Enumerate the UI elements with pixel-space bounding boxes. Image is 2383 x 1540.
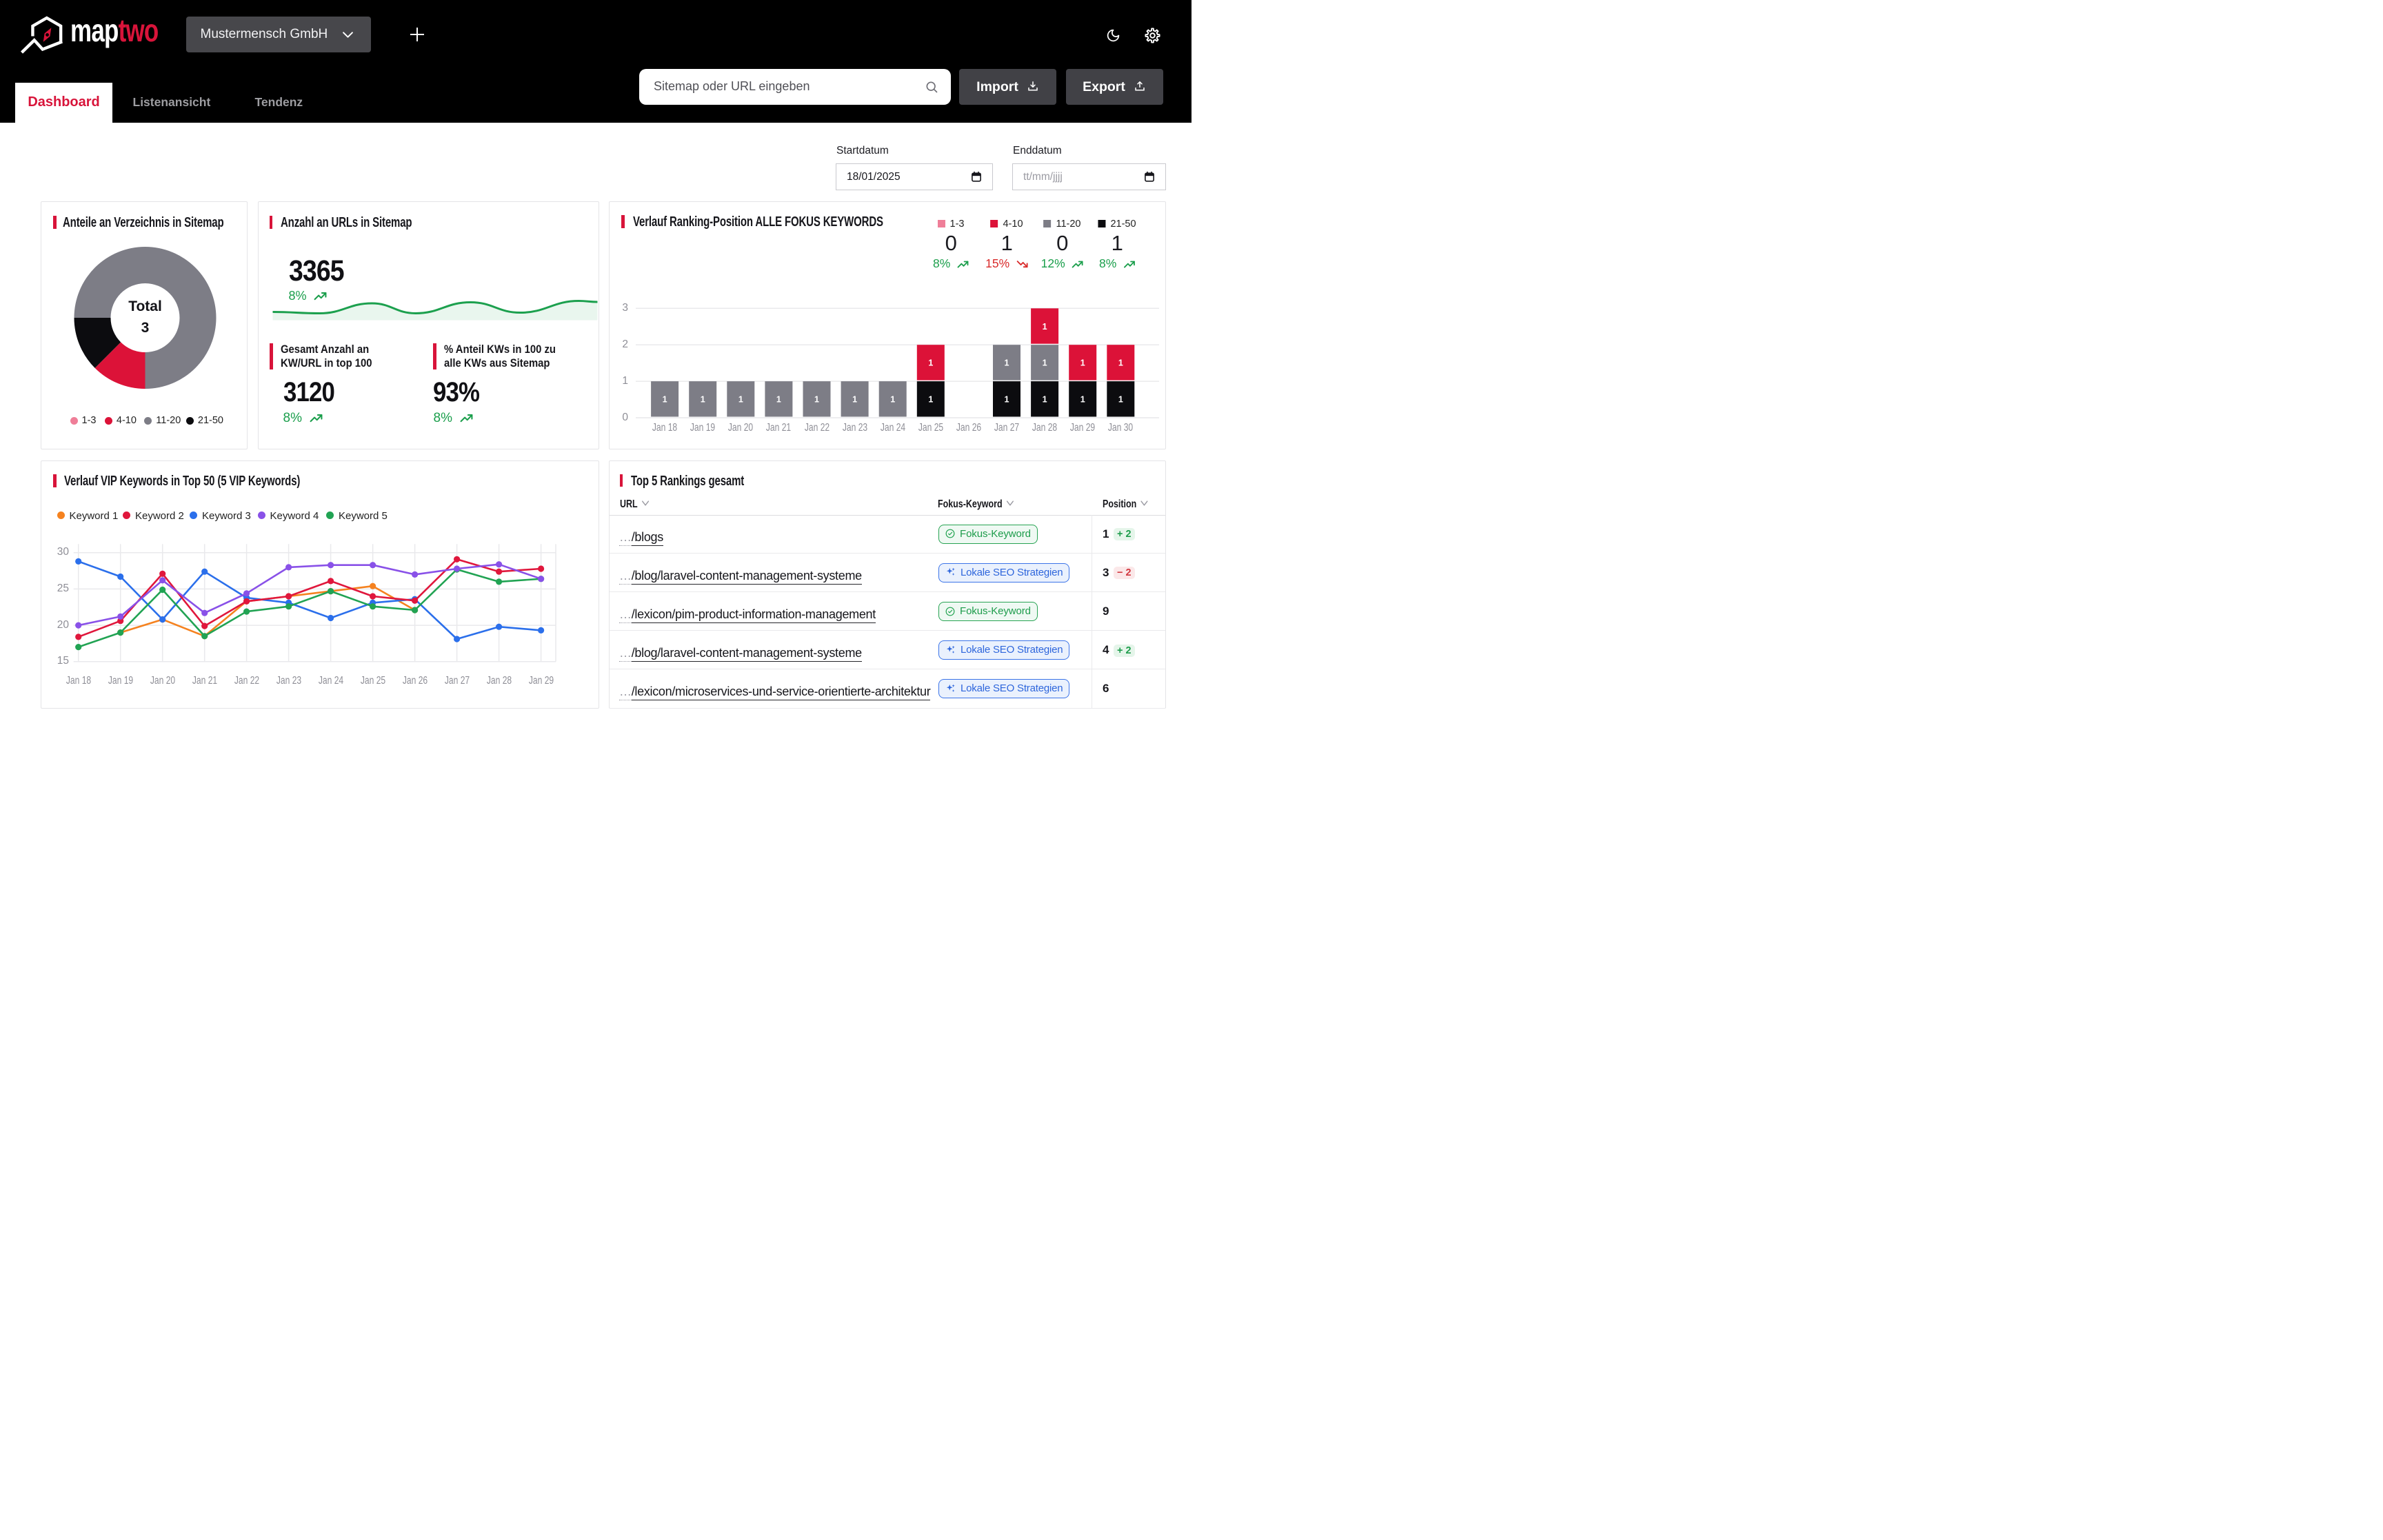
svg-text:1: 1 xyxy=(1043,322,1047,332)
svg-text:1: 1 xyxy=(890,395,895,405)
svg-text:1: 1 xyxy=(814,395,819,405)
svg-text:1: 1 xyxy=(1043,358,1047,368)
svg-text:1: 1 xyxy=(928,358,933,368)
svg-text:1: 1 xyxy=(776,395,781,405)
svg-text:1: 1 xyxy=(1005,395,1009,405)
svg-text:1: 1 xyxy=(701,395,705,405)
svg-text:1: 1 xyxy=(738,395,743,405)
svg-text:1: 1 xyxy=(1080,395,1085,405)
svg-text:1: 1 xyxy=(852,395,857,405)
svg-text:1: 1 xyxy=(663,395,667,405)
svg-text:1: 1 xyxy=(1043,395,1047,405)
svg-text:1: 1 xyxy=(1118,395,1123,405)
svg-text:1: 1 xyxy=(1005,358,1009,368)
svg-text:1: 1 xyxy=(928,395,933,405)
svg-text:1: 1 xyxy=(1118,358,1123,368)
svg-text:1: 1 xyxy=(1080,358,1085,368)
